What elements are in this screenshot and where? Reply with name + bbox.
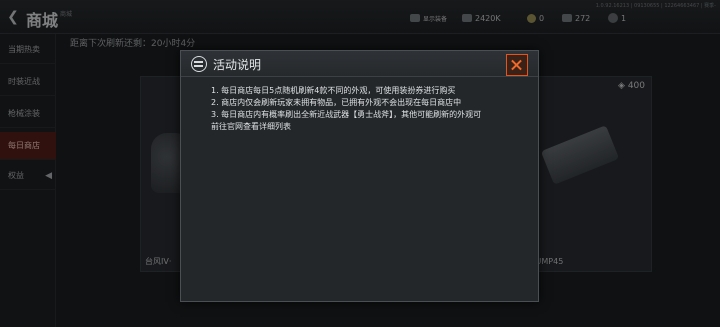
rule-item: 2. 商店内仅会刷新玩家未拥有物品，已拥有外观不会出现在每日商店中 (211, 98, 462, 107)
dialog-title: 活动说明 (213, 58, 262, 72)
close-button[interactable] (506, 54, 528, 76)
event-info-dialog: 活动说明 1. 每日商店每日5点随机刷新4款不同的外观，可使用装扮券进行购买 2… (180, 50, 539, 302)
rule-item: 前往官网查看详细列表 (211, 122, 291, 131)
rule-item: 1. 每日商店每日5点随机刷新4款不同的外观，可使用装扮券进行购买 (211, 86, 456, 95)
dialog-header: 活动说明 (181, 51, 538, 77)
rule-item: 3. 每日商店内有概率刷出全新近战武器【勇士战斧】，其他可能刷新的外观可 (211, 110, 482, 119)
info-icon (191, 56, 207, 72)
rules-list: 1. 每日商店每日5点随机刷新4款不同的外观，可使用装扮券进行购买 2. 商店内… (211, 85, 526, 133)
